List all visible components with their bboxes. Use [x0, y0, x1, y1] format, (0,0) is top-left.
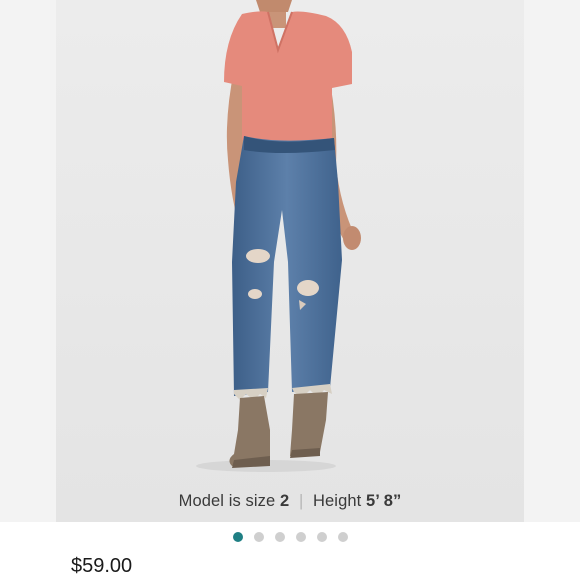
model-size-value: 2 — [279, 492, 290, 510]
product-photo[interactable] — [56, 0, 524, 522]
carousel-dot-1[interactable] — [232, 532, 243, 542]
previous-image-peek[interactable] — [0, 0, 56, 522]
next-image-peek[interactable] — [524, 0, 580, 522]
carousel-dot-5[interactable] — [316, 532, 327, 542]
model-height-label: Height — [313, 492, 362, 510]
carousel-pagination — [0, 532, 580, 542]
listing-price: $59.00 — [71, 555, 133, 577]
model-size-caption: Model is size 2 | Height 5’ 8” — [0, 492, 580, 511]
listing-page: Model is size 2 | Height 5’ 8” $59.00 — [0, 0, 580, 580]
model-size-prefix: Model is size — [178, 492, 276, 510]
carousel-dot-2[interactable] — [253, 532, 264, 542]
model-height-value: 5’ 8” — [366, 492, 402, 510]
carousel-dot-6[interactable] — [337, 532, 348, 542]
caption-separator: | — [298, 492, 304, 510]
carousel-dot-4[interactable] — [295, 532, 306, 542]
carousel-dot-3[interactable] — [274, 532, 285, 542]
